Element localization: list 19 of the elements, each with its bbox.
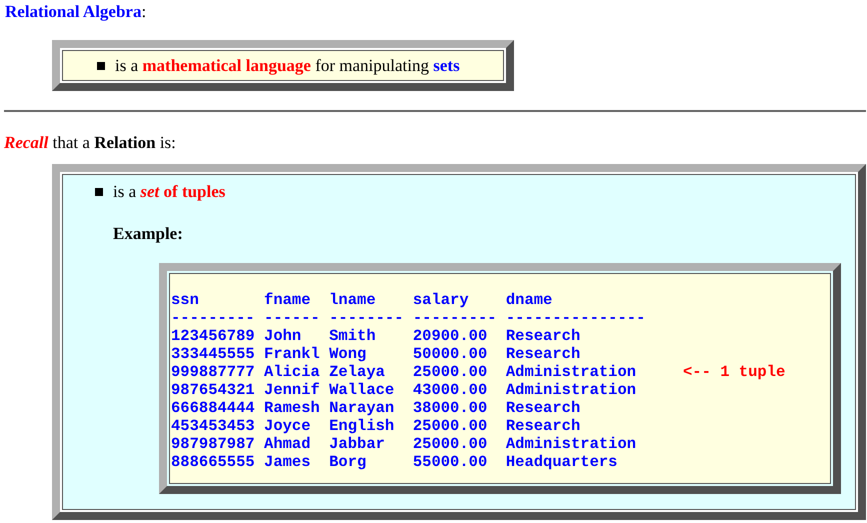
- listing-line: --------- ------ -------- --------- ---------------: [171, 309, 646, 327]
- definition-sentence: is a mathematical language for manipulating sets: [115, 56, 460, 76]
- bullet-icon: [95, 188, 103, 196]
- listing-line: 453453453 Joyce English 25000.00 Research: [171, 417, 582, 435]
- relation-sentence: is a set of tuples: [113, 182, 226, 202]
- listing-line: 999887777 Alicia Zelaya 25000.00 Administration: [171, 363, 638, 381]
- example-label: Example:: [113, 224, 184, 245]
- listing-line: 123456789 John Smith 20900.00 Research: [171, 327, 582, 345]
- listing-line: 666884444 Ramesh Narayan 38000.00 Research: [171, 399, 582, 417]
- heading-title: Relational Algebra: [5, 2, 142, 21]
- listing-line: 888665555 James Borg 55000.00 Headquarters: [171, 453, 618, 471]
- listing-line: ssn fname lname salary dname: [171, 291, 554, 309]
- heading-colon: :: [141, 2, 146, 21]
- tuple-note: <-- 1 tuple: [683, 363, 786, 381]
- recall-sentence: Recall that a Relation is:: [4, 133, 176, 152]
- bullet-icon: [97, 62, 105, 70]
- listing-line: 987987987 Ahmad Jabbar 25000.00 Administration: [171, 435, 638, 453]
- listing-line: 333445555 Frankl Wong 50000.00 Research: [171, 345, 582, 363]
- listing-line: 987654321 Jennif Wallace 43000.00 Administration: [171, 381, 638, 399]
